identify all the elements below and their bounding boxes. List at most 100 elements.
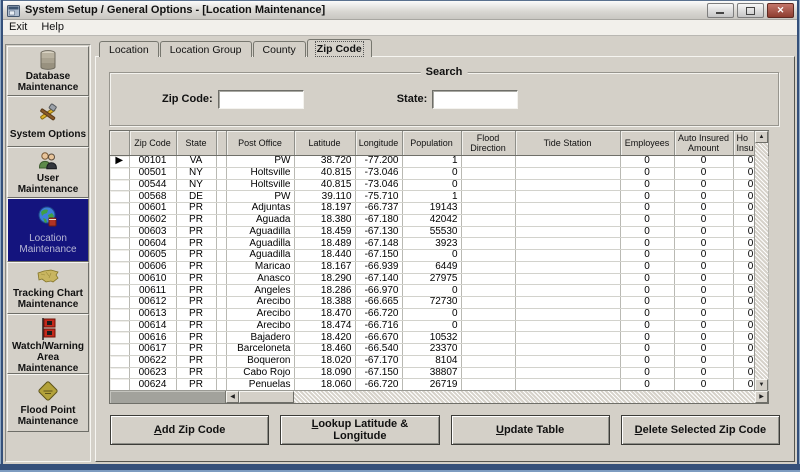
cell-flood-direction[interactable] [461, 203, 515, 215]
add-zip-code-button[interactable]: Add Zip Code [110, 415, 269, 445]
cell-zip-code[interactable]: 00606 [129, 261, 176, 273]
cell-employees[interactable]: 0 [620, 167, 674, 179]
column-header-flood-direction[interactable]: Flood Direction [461, 131, 515, 156]
cell-longitude[interactable]: -66.665 [355, 297, 402, 309]
cell-auto-insured-amount[interactable]: 0 [674, 344, 733, 356]
scroll-up-button[interactable]: ▲ [755, 131, 768, 143]
cell-longitude[interactable]: -75.710 [355, 191, 402, 203]
cell-post-office[interactable]: Penuelas [226, 379, 294, 391]
cell-state[interactable]: PR [176, 320, 216, 332]
tab-county[interactable]: County [253, 41, 306, 57]
row-selector-cell[interactable] [110, 214, 129, 226]
sidebar-item-system-options[interactable]: System Options [7, 96, 89, 147]
cell-auto-insured-amount[interactable]: 0 [674, 308, 733, 320]
tab-location[interactable]: Location [99, 41, 159, 57]
cell-tide-station[interactable] [515, 273, 620, 285]
scroll-right-button[interactable]: ▶ [755, 391, 768, 403]
row-selector-cell[interactable] [110, 367, 129, 379]
cell-population[interactable]: 19143 [402, 203, 461, 215]
cell-auto-insured-amount[interactable]: 0 [674, 167, 733, 179]
cell-auto-insured-amount[interactable]: 0 [674, 250, 733, 262]
cell-zip-code[interactable]: 00613 [129, 308, 176, 320]
cell-latitude[interactable]: 38.720 [294, 156, 355, 168]
table-row[interactable]: 00617PRBarceloneta18.460-66.54023370000 [110, 344, 768, 356]
cell-post-office[interactable]: Aguadilla [226, 238, 294, 250]
cell-employees[interactable]: 0 [620, 226, 674, 238]
cell-auto-insured-amount[interactable]: 0 [674, 238, 733, 250]
cell-auto-insured-amount[interactable]: 0 [674, 179, 733, 191]
cell-post-office[interactable]: Holtsville [226, 179, 294, 191]
horizontal-scroll-thumb[interactable] [239, 391, 294, 403]
cell-state[interactable]: PR [176, 297, 216, 309]
cell-tide-station[interactable] [515, 344, 620, 356]
sidebar-item-tracking-chart-maintenance[interactable]: Tracking ChartMaintenance [7, 262, 89, 314]
cell-flood-direction[interactable] [461, 320, 515, 332]
cell-auto-insured-amount[interactable]: 0 [674, 379, 733, 391]
cell-tide-station[interactable] [515, 379, 620, 391]
table-row[interactable]: 00611PRAngeles18.286-66.9700000 [110, 285, 768, 297]
cell-flood-direction[interactable] [461, 156, 515, 168]
menu-item-help[interactable]: Help [41, 21, 64, 33]
cell-employees[interactable]: 0 [620, 191, 674, 203]
cell-longitude[interactable]: -73.046 [355, 167, 402, 179]
cell-tide-station[interactable] [515, 179, 620, 191]
cell-employees[interactable]: 0 [620, 297, 674, 309]
cell-employees[interactable]: 0 [620, 344, 674, 356]
row-selector-cell[interactable] [110, 320, 129, 332]
table-row[interactable]: 00568DEPW39.110-75.7101000 [110, 191, 768, 203]
sidebar-item-location-maintenance[interactable]: LocationMaintenance [7, 198, 89, 262]
row-selector-cell[interactable] [110, 273, 129, 285]
cell-population[interactable]: 0 [402, 250, 461, 262]
cell-auto-insured-amount[interactable]: 0 [674, 367, 733, 379]
cell-longitude[interactable]: -66.939 [355, 261, 402, 273]
cell-auto-insured-amount[interactable]: 0 [674, 297, 733, 309]
table-row[interactable]: 00544NYHoltsville40.815-73.0460000 [110, 179, 768, 191]
cell-zip-code[interactable]: 00616 [129, 332, 176, 344]
table-row[interactable]: ▶00101VAPW38.720-77.2001000 [110, 156, 768, 168]
cell-auto-insured-amount[interactable]: 0 [674, 332, 733, 344]
cell-longitude[interactable]: -66.670 [355, 332, 402, 344]
table-row[interactable]: 00605PRAguadilla18.440-67.1500000 [110, 250, 768, 262]
zip-code-input[interactable] [218, 90, 304, 109]
cell-post-office[interactable]: PW [226, 191, 294, 203]
cell-longitude[interactable]: -66.540 [355, 344, 402, 356]
cell-state[interactable]: PR [176, 273, 216, 285]
table-row[interactable]: 00613PRArecibo18.470-66.7200000 [110, 308, 768, 320]
cell-longitude[interactable]: -66.737 [355, 203, 402, 215]
cell-post-office[interactable]: Aguadilla [226, 250, 294, 262]
lookup-latitude-longitude-button[interactable]: Lookup Latitude & Longitude [280, 415, 439, 445]
cell-population[interactable]: 23370 [402, 344, 461, 356]
column-header-employees[interactable]: Employees [620, 131, 674, 156]
cell-latitude[interactable]: 18.460 [294, 344, 355, 356]
cell-post-office[interactable]: Anasco [226, 273, 294, 285]
cell-flood-direction[interactable] [461, 273, 515, 285]
cell-flood-direction[interactable] [461, 179, 515, 191]
table-row[interactable]: 00623PRCabo Rojo18.090-67.15038807000 [110, 367, 768, 379]
cell-employees[interactable]: 0 [620, 332, 674, 344]
cell-state[interactable]: PR [176, 261, 216, 273]
cell-tide-station[interactable] [515, 250, 620, 262]
cell-state[interactable]: PR [176, 355, 216, 367]
cell-state[interactable]: PR [176, 285, 216, 297]
cell-state[interactable]: NY [176, 167, 216, 179]
row-selector-cell[interactable] [110, 297, 129, 309]
cell-employees[interactable]: 0 [620, 179, 674, 191]
state-input[interactable] [432, 90, 518, 109]
vertical-scrollbar[interactable]: ▲ ▼ [754, 131, 768, 391]
cell-latitude[interactable]: 40.815 [294, 179, 355, 191]
cell-latitude[interactable]: 18.459 [294, 226, 355, 238]
cell-population[interactable]: 27975 [402, 273, 461, 285]
sidebar-item-flood-point-maintenance[interactable]: Flood PointMaintenance [7, 374, 89, 432]
delete-selected-zip-code-button[interactable]: Delete Selected Zip Code [621, 415, 780, 445]
cell-state[interactable]: PR [176, 344, 216, 356]
column-header-state[interactable]: State [176, 131, 216, 156]
cell-zip-code[interactable]: 00604 [129, 238, 176, 250]
cell-latitude[interactable]: 18.020 [294, 355, 355, 367]
row-selector-cell[interactable] [110, 308, 129, 320]
cell-state[interactable]: NY [176, 179, 216, 191]
cell-population[interactable]: 0 [402, 167, 461, 179]
cell-state[interactable]: PR [176, 332, 216, 344]
row-selector-cell[interactable] [110, 379, 129, 391]
row-selector-cell[interactable] [110, 191, 129, 203]
cell-post-office[interactable]: Arecibo [226, 320, 294, 332]
